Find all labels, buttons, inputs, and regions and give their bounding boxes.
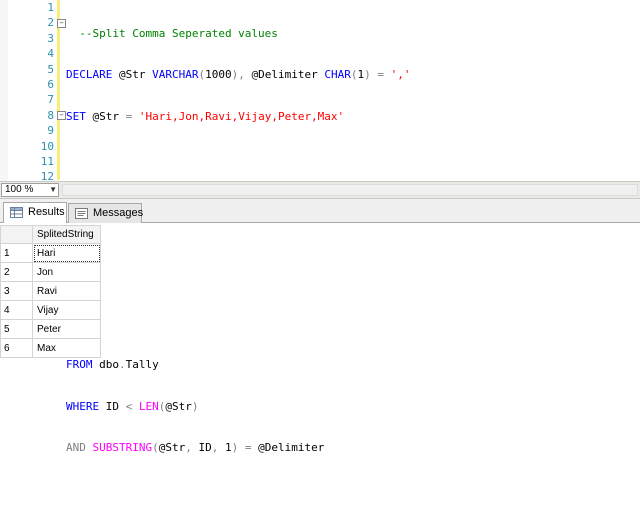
horizontal-scrollbar[interactable] [62,184,638,196]
code-line: --Split Comma Seperated values [66,26,640,41]
line-number: 1 [47,1,54,14]
grid-corner[interactable] [0,225,33,244]
line-number: 4 [47,47,54,61]
tab-messages[interactable]: Messages [68,203,144,223]
row-number[interactable]: 3 [0,281,33,301]
grid-cell[interactable]: Peter [32,319,101,339]
code-token: @Str [158,440,186,454]
row-number[interactable]: 4 [0,300,33,320]
grid-cell[interactable]: Vijay [32,300,101,320]
results-grid: SplitedString 1 Hari 2 Jon 3 Ravi 4 Vija… [0,225,101,358]
code-token: FROM [66,358,100,372]
grid-cell[interactable]: Jon [32,262,101,282]
dropdown-arrow-icon[interactable]: ▼ [49,184,57,196]
code-token: . [119,358,126,372]
table-row[interactable]: 5 Peter [0,319,101,339]
line-number: 9 [47,124,54,138]
results-tabs: Results Messages [0,199,640,223]
table-row[interactable]: 3 Ravi [0,281,101,301]
code-token: ), [231,68,252,82]
query-editor[interactable]: 1 2 3 4 5 6 7 8 9 10 11 12 − − --Split C… [0,0,640,454]
table-row[interactable]: 2 Jon [0,262,101,282]
code-token: @Str [92,109,126,123]
zoom-bar: 100 % ▼ [0,181,640,199]
code-line: SET @Str = 'Hari,Jon,Ravi,Vijay,Peter,Ma… [66,109,640,124]
code-token: SET [66,109,93,123]
code-token: ( [152,440,159,454]
code-token: , [185,440,199,454]
code-token: 1000 [205,68,232,82]
zoom-value: 100 % [5,184,34,195]
editor-margin [0,0,8,181]
code-line: DECLARE @Str VARCHAR(1000), @Delimiter C… [66,67,640,82]
code-line: FROM dbo.Tally [66,357,640,372]
code-token: @Str [118,68,153,82]
collapse-toggle-icon[interactable]: − [57,19,66,28]
row-number[interactable]: 6 [0,338,33,358]
code-token: Tally [125,358,159,372]
code-token: , [211,440,225,454]
code-token: VARCHAR [152,68,199,82]
collapse-toggle-icon[interactable]: − [57,111,66,120]
line-number: 5 [47,62,54,76]
code-token: @Str [165,399,192,413]
tab-results-label: Results [28,206,65,218]
zoom-select[interactable]: 100 % ▼ [1,183,59,197]
line-number: 6 [47,77,54,91]
results-grid-pane: SplitedString 1 Hari 2 Jon 3 Ravi 4 Vija… [0,223,640,358]
table-row[interactable]: 6 Max [0,338,101,358]
code-token: ID [198,440,212,454]
line-number: 3 [47,31,54,45]
row-number[interactable]: 1 [0,243,33,263]
grid-cell[interactable]: Ravi [32,281,101,301]
row-number[interactable]: 2 [0,262,33,282]
code-token: @Delimiter [251,68,325,82]
grid-cell[interactable]: Max [32,338,101,358]
code-token: < [125,399,139,413]
line-number: 2 [47,16,54,30]
column-header[interactable]: SplitedString [32,225,101,244]
code-token: SUBSTRING [92,440,153,454]
code-token: CHAR [324,68,351,82]
code-token: --Split Comma Seperated values [66,27,278,40]
table-row[interactable]: 4 Vijay [0,300,101,320]
code-token: ) = [231,440,259,454]
code-token: 'Hari,Jon,Ravi,Vijay,Peter,Max' [138,109,345,123]
tab-results[interactable]: Results [3,202,67,223]
line-number: 8 [47,108,54,122]
messages-icon [75,208,88,219]
code-token: @Delimiter [258,440,325,454]
code-token: ',' [390,68,411,82]
code-token: LEN [138,399,159,413]
code-token: ) [191,399,199,413]
grid-cell[interactable]: Hari [32,243,101,263]
line-number: 7 [47,93,54,107]
code-line: WHERE ID < LEN(@Str) [66,399,640,414]
tab-messages-label: Messages [93,207,144,219]
table-row[interactable]: 1 Hari [0,243,101,263]
code-token: DECLARE [66,68,119,82]
row-number[interactable]: 5 [0,319,33,339]
code-token: dbo [99,358,119,372]
grid-icon [10,207,23,218]
line-number: 10 [40,139,54,153]
code-line: AND SUBSTRING(@Str, ID, 1) = @Delimiter [66,440,640,455]
code-token: 1 [224,440,232,454]
code-token: ID [105,399,126,413]
line-numbers: 1 2 3 4 5 6 7 8 9 10 11 12 [8,0,54,185]
line-number: 11 [40,154,54,168]
code-token: = [125,109,139,123]
code-token: AND [66,440,93,454]
code-token: ( [158,399,166,413]
code-token: WHERE [66,399,106,413]
code-token: ) = [364,68,391,82]
